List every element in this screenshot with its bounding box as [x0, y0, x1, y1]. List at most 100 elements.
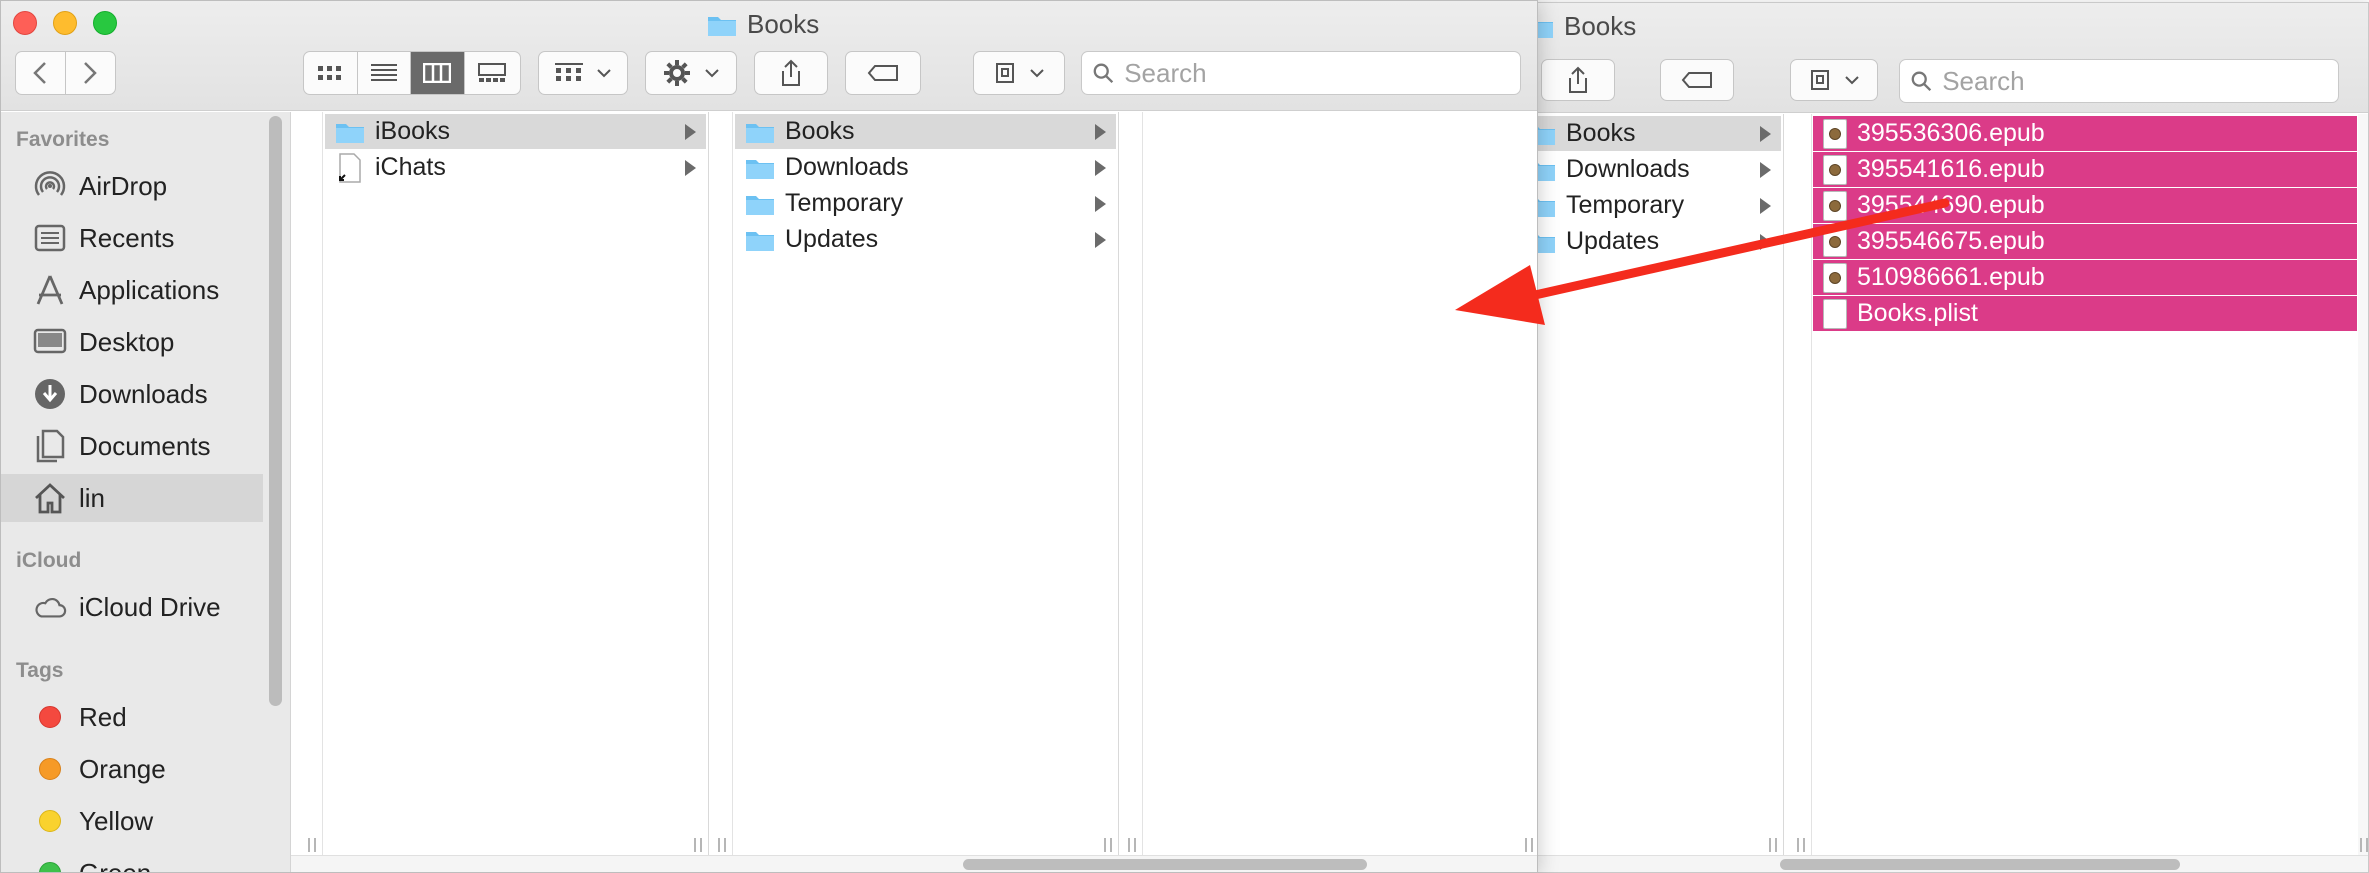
column-resize-handle[interactable]	[1797, 838, 1805, 852]
column-resize-handle[interactable]	[1104, 838, 1112, 852]
back-folder-row-books[interactable]: Books	[1514, 116, 1781, 151]
folder-label: Updates	[1566, 227, 1660, 255]
back-folder-row-updates[interactable]: Updates	[1514, 224, 1781, 259]
sidebar-tag-yellow[interactable]: Yellow	[1, 797, 263, 845]
grid-view-icon	[318, 66, 342, 80]
column-resize-handle[interactable]	[2360, 838, 2368, 852]
zoom-window-button[interactable]	[93, 11, 117, 35]
airdrop-icon	[33, 169, 67, 203]
column-row-temporary[interactable]: Temporary	[735, 186, 1116, 221]
sidebar-tag-red[interactable]: Red	[1, 693, 263, 741]
applications-icon	[33, 273, 67, 307]
sidebar-item-label: Documents	[79, 430, 211, 461]
sidebar-item-icloud-drive[interactable]: iCloud Drive	[1, 583, 263, 631]
back-tags-button[interactable]	[1660, 59, 1734, 101]
column-resize-handle[interactable]	[1128, 838, 1136, 852]
search-field[interactable]	[1081, 51, 1521, 95]
column-view-icon	[423, 63, 452, 83]
sidebar-item-label: Desktop	[79, 326, 175, 357]
disclosure-arrow-icon	[1760, 197, 1771, 214]
back-folder-row-downloads[interactable]: Downloads	[1514, 152, 1781, 187]
row-label: iBooks	[375, 117, 451, 145]
column-resize-handle[interactable]	[308, 838, 316, 852]
scrollbar-thumb[interactable]	[963, 859, 1367, 870]
cloud-icon	[33, 590, 67, 624]
folder-icon	[708, 16, 736, 36]
tags-button[interactable]	[845, 51, 921, 95]
horizontal-scrollbar[interactable]	[291, 855, 1537, 872]
sidebar-tag-orange[interactable]: Orange	[1, 745, 263, 793]
file-row[interactable]: 510986661.epub	[1813, 260, 2357, 295]
dropbox-button[interactable]	[973, 51, 1065, 95]
close-window-button[interactable]	[13, 11, 37, 35]
search-icon	[1093, 63, 1114, 84]
row-label: Books	[785, 117, 855, 145]
column-row-ibooks[interactable]: iBooks	[325, 114, 706, 149]
sidebar-scrollbar[interactable]	[269, 116, 282, 706]
back-button[interactable]	[16, 52, 66, 94]
column-resize-handle[interactable]	[718, 838, 726, 852]
back-share-button[interactable]	[1541, 59, 1615, 101]
epub-file-icon	[1823, 118, 1847, 149]
folder-icon	[746, 159, 774, 179]
group-by-button[interactable]	[538, 51, 628, 95]
sidebar-item-documents[interactable]: Documents	[1, 422, 263, 470]
sidebar-item-label: lin	[79, 482, 106, 513]
icon-view-button[interactable]	[304, 52, 358, 94]
sidebar-item-desktop[interactable]: Desktop	[1, 318, 263, 366]
list-view-button[interactable]	[358, 52, 411, 94]
disclosure-arrow-icon	[1760, 161, 1771, 178]
back-search-input[interactable]	[1942, 65, 2338, 97]
column-row-books[interactable]: Books	[735, 114, 1116, 149]
back-dropbox-button[interactable]	[1790, 59, 1878, 101]
minimize-window-button[interactable]	[53, 11, 77, 35]
forward-button[interactable]	[66, 52, 116, 94]
sidebar-header-tags: Tags	[16, 659, 64, 682]
column-view-button[interactable]	[411, 52, 465, 94]
folder-icon	[746, 123, 774, 143]
sidebar-item-label: Applications	[79, 274, 220, 305]
column-gap	[709, 112, 733, 856]
sidebar-header-icloud: iCloud	[16, 549, 82, 572]
disclosure-arrow-icon	[1760, 233, 1771, 250]
column-resize-handle[interactable]	[694, 838, 702, 852]
file-row[interactable]: 395541616.epub	[1813, 152, 2357, 187]
back-titlebar: Books	[1514, 3, 2368, 113]
sidebar-item-label: iCloud Drive	[79, 591, 221, 622]
column-row-updates[interactable]: Updates	[735, 222, 1116, 257]
sidebar-item-airdrop[interactable]: AirDrop	[1, 162, 263, 210]
file-row[interactable]: 395544690.epub	[1813, 188, 2357, 223]
column-resize-handle[interactable]	[1769, 838, 1777, 852]
folder-icon	[746, 231, 774, 251]
sidebar-item-lin[interactable]: lin	[1, 474, 263, 522]
back-horizontal-scrollbar[interactable]	[1514, 855, 2368, 872]
folder-icon	[746, 195, 774, 215]
gallery-view-button[interactable]	[465, 52, 520, 94]
search-input[interactable]	[1124, 57, 1520, 89]
sidebar-item-label: Yellow	[79, 805, 154, 836]
folder-icon	[336, 123, 364, 143]
column-row-downloads[interactable]: Downloads	[735, 150, 1116, 185]
back-column-folders: Books Downloads Temporary Updates	[1514, 114, 1784, 856]
sidebar-header-favorites: Favorites	[16, 128, 110, 151]
orange-tag-dot-icon	[39, 758, 61, 780]
back-search-field[interactable]	[1899, 59, 2339, 103]
sidebar-item-downloads[interactable]: Downloads	[1, 370, 263, 418]
sidebar-item-label: AirDrop	[79, 170, 168, 201]
file-row[interactable]: 395536306.epub	[1813, 116, 2357, 151]
front-titlebar: Books	[1, 1, 1537, 111]
back-scrollbar-thumb[interactable]	[1780, 859, 2180, 870]
sidebar-tag-green[interactable]: Green	[1, 849, 263, 872]
column-resize-handle[interactable]	[1525, 838, 1533, 852]
share-button[interactable]	[754, 51, 828, 95]
column-books-empty	[1143, 112, 1537, 856]
back-folder-row-temporary[interactable]: Temporary	[1514, 188, 1781, 223]
file-row[interactable]: 395546675.epub	[1813, 224, 2357, 259]
column-row-ichats[interactable]: iChats	[325, 150, 706, 185]
file-row[interactable]: Books.plist	[1813, 296, 2357, 331]
back-vertical-scroll-area	[2358, 114, 2368, 856]
sidebar-item-recents[interactable]: Recents	[1, 214, 263, 262]
sidebar-item-applications[interactable]: Applications	[1, 266, 263, 314]
sidebar-item-label: Downloads	[79, 378, 208, 409]
action-menu-button[interactable]	[645, 51, 737, 95]
